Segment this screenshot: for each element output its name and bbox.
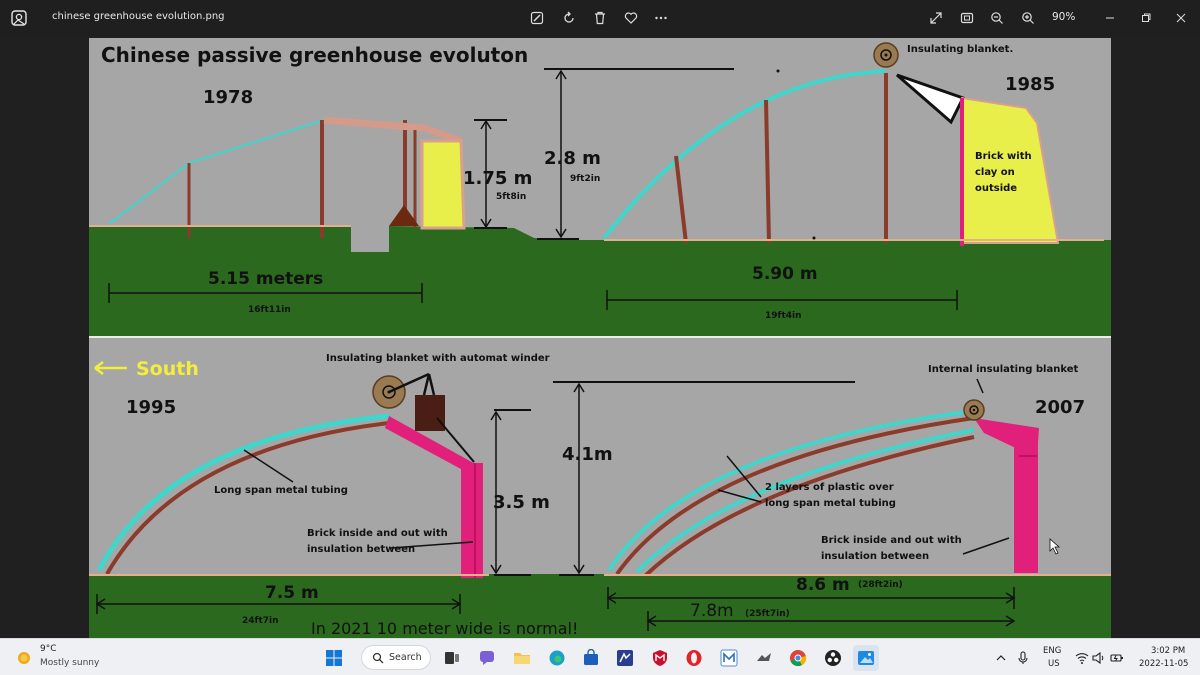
app-icon[interactable] [751, 645, 777, 671]
maxthon-icon[interactable] [716, 645, 742, 671]
obs-icon[interactable] [820, 645, 846, 671]
image-viewer: Chinese passive greenhouse evoluton 1978… [0, 36, 1200, 638]
zoom-in-icon[interactable] [1015, 6, 1041, 30]
height-1985-imperial: 9ft2in [570, 174, 600, 184]
height-1978-imperial: 5ft8in [496, 192, 526, 202]
greenhouse-2007-wall [1014, 428, 1038, 573]
bottom-ground [89, 574, 1111, 638]
wall-2007-label-line2: insulation between [821, 551, 929, 562]
wall-1985-label-line2: clay on [975, 167, 1015, 178]
width-2007-inner: 7.8m [690, 601, 734, 621]
delete-icon[interactable] [587, 6, 613, 30]
file-explorer-icon[interactable] [509, 645, 535, 671]
insulating-blanket-label: Insulating blanket. [907, 44, 1013, 55]
chevron-up-icon[interactable] [993, 645, 1009, 671]
greenhouse-diagram-image: Chinese passive greenhouse evoluton 1978… [89, 38, 1111, 638]
width-1985-imperial: 19ft4in [765, 311, 802, 321]
weather-condition: Mostly sunny [40, 658, 100, 668]
internal-blanket-label: Internal insulating blanket [928, 364, 1078, 375]
width-1978: 5.15 meters [208, 269, 323, 289]
sun-icon [18, 652, 30, 664]
year-1985: 1985 [1005, 74, 1055, 95]
wall-1985-label-line3: outside [975, 183, 1017, 194]
footer-note: In 2021 10 meter wide is normal! [311, 619, 578, 638]
edit-image-icon[interactable] [524, 6, 550, 30]
opera-icon[interactable] [681, 645, 707, 671]
width-1978-imperial: 16ft11in [248, 305, 291, 315]
store-icon[interactable] [578, 645, 604, 671]
microphone-icon[interactable] [1014, 645, 1032, 671]
wall-1995-label-line1: Brick inside and out with [307, 528, 448, 539]
year-1995: 1995 [126, 397, 176, 418]
rotate-icon[interactable] [556, 6, 582, 30]
battery-icon[interactable] [1108, 645, 1126, 671]
more-icon[interactable] [648, 6, 674, 30]
south-label: South [136, 358, 199, 380]
winder-label: Insulating blanket with automat winder [326, 353, 550, 364]
width-1995-imperial: 24ft7in [242, 616, 279, 626]
expand-icon[interactable] [923, 6, 949, 30]
volume-icon[interactable] [1090, 645, 1108, 671]
edge-icon[interactable] [544, 645, 570, 671]
photos-app-icon [11, 10, 27, 26]
title-bar: chinese greenhouse evolution.png 90% [0, 0, 1200, 36]
region-indicator: US [1048, 659, 1060, 669]
height-2007: 4.1m [562, 444, 613, 465]
greenhouse-1978-wall [420, 139, 466, 230]
file-name: chinese greenhouse evolution.png [52, 11, 225, 22]
taskbar-search-button[interactable]: Search [361, 645, 431, 670]
search-label: Search [389, 652, 422, 663]
year-1978: 1978 [203, 87, 253, 108]
start-icon[interactable] [321, 645, 347, 671]
wall-1985-label-line1: Brick with [975, 151, 1032, 162]
minimize-icon[interactable] [1097, 6, 1123, 30]
plastic-2007-label-line1: 2 layers of plastic over [765, 482, 894, 493]
height-1978: 1.75 m [463, 168, 532, 189]
tubing-1995-label: Long span metal tubing [214, 485, 348, 496]
mcafee-icon[interactable] [647, 645, 673, 671]
width-1985: 5.90 m [752, 264, 818, 284]
height-1985: 2.8 m [544, 148, 601, 169]
diagram-title: Chinese passive greenhouse evoluton [101, 43, 528, 67]
clock-date: 2022-11-05 [1139, 659, 1189, 669]
wifi-icon[interactable] [1073, 645, 1091, 671]
winder-motor [415, 395, 445, 431]
width-2007-inner-imperial: (25ft7in) [745, 609, 790, 619]
wall-2007-label-line1: Brick inside and out with [821, 535, 962, 546]
zoom-level: 90% [1052, 11, 1076, 23]
width-1995: 7.5 m [265, 583, 319, 603]
height-1995: 3.5 m [493, 492, 550, 513]
weather-temp: 9°C [40, 644, 57, 654]
clock-time[interactable]: 3:02 PM [1151, 646, 1185, 656]
width-2007-outer: 8.6 m [796, 575, 850, 595]
favorite-icon[interactable] [618, 6, 644, 30]
width-2007-outer-imperial: (28ft2in) [858, 580, 903, 590]
chat-icon[interactable] [474, 645, 500, 671]
close-icon[interactable] [1168, 6, 1194, 30]
chrome-icon[interactable] [785, 645, 811, 671]
search-icon [372, 652, 384, 664]
task-view-icon[interactable] [439, 645, 465, 671]
fit-to-window-icon[interactable] [954, 6, 980, 30]
maximize-icon[interactable] [1133, 6, 1159, 30]
taskbar: 9°C Mostly sunny Search ENG US 3:02 PM 2… [0, 638, 1200, 675]
language-indicator[interactable]: ENG [1043, 646, 1061, 656]
wall-1995-label-line2: insulation between [307, 544, 415, 555]
year-2007: 2007 [1035, 397, 1085, 418]
zoom-out-icon[interactable] [984, 6, 1010, 30]
greenhouse-1995-wall [461, 463, 483, 578]
plastic-2007-label-line2: long span metal tubing [765, 498, 896, 509]
app-icon[interactable] [612, 645, 638, 671]
photos-icon[interactable] [853, 645, 879, 671]
